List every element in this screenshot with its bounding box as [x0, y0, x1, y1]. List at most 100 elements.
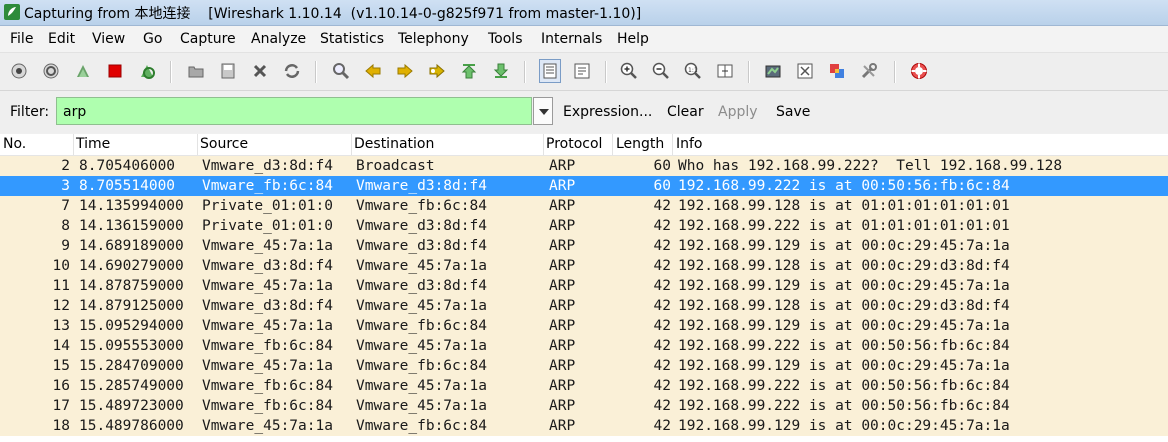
cell-protocol: ARP	[549, 238, 576, 254]
table-row[interactable]: 10 14.690279000 Vmware_d3:8d:f4 Vmware_45:7…	[0, 256, 1168, 276]
apply-button[interactable]: Apply	[718, 104, 758, 120]
column-divider[interactable]	[197, 134, 198, 155]
table-row[interactable]: 13 15.095294000 Vmware_45:7a:1a Vmware_fb:6…	[0, 316, 1168, 336]
preferences-icon[interactable]	[860, 62, 878, 80]
filter-dropdown-button[interactable]	[533, 97, 553, 125]
cell-source: Vmware_fb:6c:84	[202, 398, 333, 414]
table-row[interactable]: 12 14.879125000 Vmware_d3:8d:f4 Vmware_45:7…	[0, 296, 1168, 316]
resize-columns-icon[interactable]	[716, 62, 734, 80]
display-filter-input[interactable]: arp	[56, 97, 532, 125]
save-file-icon[interactable]	[219, 62, 237, 80]
column-header-no[interactable]: No.	[3, 136, 26, 154]
menu-file[interactable]: File	[10, 31, 33, 47]
cell-destination: Vmware_45:7a:1a	[356, 338, 487, 354]
cell-length: 42	[653, 258, 671, 274]
wireshark-app-icon	[4, 4, 20, 20]
table-row-selected[interactable]: 3 8.705514000 Vmware_fb:6c:84 Vmware_d3:8d:…	[0, 176, 1168, 196]
cell-length: 42	[653, 398, 671, 414]
table-row[interactable]: 18 15.489786000 Vmware_45:7a:1a Vmware_fb:6…	[0, 416, 1168, 436]
column-divider[interactable]	[612, 134, 613, 155]
menu-telephony[interactable]: Telephony	[398, 31, 469, 47]
interface-list-icon[interactable]	[10, 62, 28, 80]
menu-tools[interactable]: Tools	[488, 31, 523, 47]
cell-destination: Vmware_45:7a:1a	[356, 298, 487, 314]
cell-info: 192.168.99.222 is at 00:50:56:fb:6c:84	[678, 338, 1010, 354]
packet-list[interactable]: No. Time Source Destination Protocol Len…	[0, 134, 1168, 442]
go-last-icon[interactable]	[492, 62, 510, 80]
menu-view[interactable]: View	[92, 31, 125, 47]
table-row[interactable]: 17 15.489723000 Vmware_fb:6c:84 Vmware_45:7…	[0, 396, 1168, 416]
table-row[interactable]: 14 15.095553000 Vmware_fb:6c:84 Vmware_45:7…	[0, 336, 1168, 356]
go-back-icon[interactable]	[364, 62, 382, 80]
cell-length: 42	[653, 278, 671, 294]
expression-button[interactable]: Expression...	[563, 104, 652, 120]
table-row[interactable]: 7 14.135994000 Private_01:01:0 Vmware_fb:6c…	[0, 196, 1168, 216]
cell-protocol: ARP	[549, 318, 576, 334]
cell-info: 192.168.99.222 is at 00:50:56:fb:6c:84	[678, 178, 1010, 194]
capture-filters-icon[interactable]	[764, 62, 782, 80]
stop-capture-icon[interactable]	[106, 62, 124, 80]
help-icon[interactable]	[910, 62, 928, 80]
coloring-rules-icon[interactable]	[828, 62, 846, 80]
cell-destination: Vmware_d3:8d:f4	[356, 238, 487, 254]
table-row[interactable]: 9 14.689189000 Vmware_45:7a:1a Vmware_d3:8d…	[0, 236, 1168, 256]
column-header-destination[interactable]: Destination	[354, 136, 434, 154]
menu-internals[interactable]: Internals	[541, 31, 602, 47]
restart-capture-icon[interactable]	[138, 62, 156, 80]
cell-length: 42	[653, 298, 671, 314]
cell-source: Vmware_d3:8d:f4	[202, 258, 333, 274]
table-row[interactable]: 16 15.285749000 Vmware_fb:6c:84 Vmware_45:7…	[0, 376, 1168, 396]
menu-capture[interactable]: Capture	[180, 31, 236, 47]
cell-protocol: ARP	[549, 198, 576, 214]
menu-analyze[interactable]: Analyze	[251, 31, 306, 47]
toolbar-separator	[315, 61, 317, 83]
find-packet-icon[interactable]	[332, 62, 350, 80]
save-filter-button[interactable]: Save	[776, 104, 810, 120]
cell-info: 192.168.99.128 is at 00:0c:29:d3:8d:f4	[678, 298, 1010, 314]
clear-button[interactable]: Clear	[667, 104, 704, 120]
cell-no: 15	[52, 358, 70, 374]
go-to-packet-icon[interactable]	[428, 62, 446, 80]
menu-help[interactable]: Help	[617, 31, 649, 47]
start-capture-icon[interactable]	[74, 62, 92, 80]
column-header-info[interactable]: Info	[676, 136, 703, 154]
column-divider[interactable]	[351, 134, 352, 155]
cell-no: 10	[52, 258, 70, 274]
table-row[interactable]: 11 14.878759000 Vmware_45:7a:1a Vmware_d3:8…	[0, 276, 1168, 296]
go-forward-icon[interactable]	[396, 62, 414, 80]
column-header-protocol[interactable]: Protocol	[546, 136, 602, 154]
table-row[interactable]: 2 8.705406000 Vmware_d3:8d:f4 Broadcast ARP 6…	[0, 156, 1168, 176]
cell-source: Vmware_d3:8d:f4	[202, 158, 333, 174]
toolbar-separator	[748, 61, 750, 83]
close-file-icon[interactable]	[251, 62, 269, 80]
column-header-time[interactable]: Time	[76, 136, 110, 154]
column-divider[interactable]	[543, 134, 544, 155]
filter-bar: Filter: arp Expression... Clear Apply Sa…	[0, 91, 1168, 133]
auto-scroll-icon[interactable]	[573, 62, 591, 80]
cell-info: 192.168.99.222 is at 00:50:56:fb:6c:84	[678, 378, 1010, 394]
cell-protocol: ARP	[549, 358, 576, 374]
menu-statistics[interactable]: Statistics	[320, 31, 384, 47]
normal-size-icon[interactable]: 1:1	[684, 62, 702, 80]
cell-source: Vmware_d3:8d:f4	[202, 298, 333, 314]
cell-protocol: ARP	[549, 158, 576, 174]
table-row[interactable]: 15 15.284709000 Vmware_45:7a:1a Vmware_fb:6…	[0, 356, 1168, 376]
cell-info: 192.168.99.128 is at 01:01:01:01:01:01	[678, 198, 1010, 214]
cell-time: 14.136159000	[79, 218, 184, 234]
column-header-length[interactable]: Length	[616, 136, 664, 154]
zoom-out-icon[interactable]	[652, 62, 670, 80]
column-header-source[interactable]: Source	[200, 136, 248, 154]
reload-icon[interactable]	[283, 62, 301, 80]
display-filters-icon[interactable]	[796, 62, 814, 80]
zoom-in-icon[interactable]	[620, 62, 638, 80]
go-first-icon[interactable]	[460, 62, 478, 80]
table-row[interactable]: 8 14.136159000 Private_01:01:0 Vmware_d3:8d…	[0, 216, 1168, 236]
menu-go[interactable]: Go	[143, 31, 162, 47]
colorize-icon[interactable]	[539, 59, 561, 83]
folder-open-icon[interactable]	[187, 62, 205, 80]
menu-edit[interactable]: Edit	[48, 31, 75, 47]
column-divider[interactable]	[73, 134, 74, 155]
menu-bar: File Edit View Go Capture Analyze Statis…	[0, 26, 1168, 53]
capture-options-icon[interactable]	[42, 62, 60, 80]
column-divider[interactable]	[672, 134, 673, 155]
